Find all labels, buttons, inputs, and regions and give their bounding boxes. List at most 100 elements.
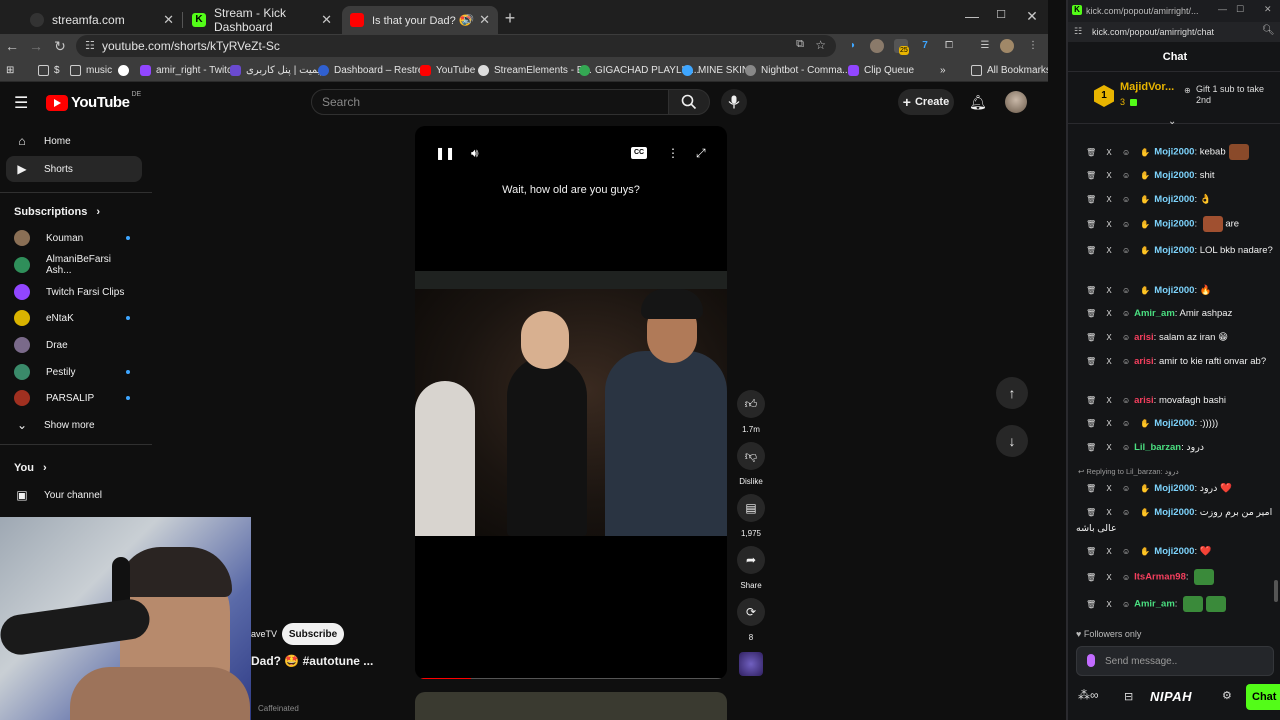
bookmark-item[interactable]: Nightbot - Comma... <box>745 63 850 77</box>
mod-action-icons[interactable]: 🗑︎ X ☺ ✋ <box>1086 246 1154 255</box>
voice-search-button[interactable] <box>721 89 747 115</box>
bookmark-item[interactable]: Clip Queue <box>848 63 914 77</box>
pause-icon[interactable]: ❚❚ <box>435 146 455 160</box>
mod-action-icons[interactable]: 🗑︎ X ☺ <box>1086 309 1134 318</box>
puzzle-icon[interactable]: ⧠ <box>942 39 956 53</box>
channel-name[interactable]: aveTV <box>251 629 277 639</box>
mod-action-icons[interactable]: 🗑︎ X ☺ <box>1086 357 1134 366</box>
sidebar-item-home[interactable]: ⌂ Home <box>6 128 142 154</box>
video-progress-bar[interactable] <box>419 678 723 679</box>
mod-action-icons[interactable]: 🗑︎ X ☺ ✋ <box>1086 148 1154 157</box>
sidebar-item-your-channel[interactable]: ▣ Your channel <box>6 482 142 508</box>
volume-icon[interactable]: 🔊︎ <box>471 146 479 161</box>
minimize-button[interactable]: — <box>962 8 982 24</box>
close-icon[interactable]: ✕ <box>321 12 332 28</box>
minimize-button[interactable]: — <box>1218 4 1227 14</box>
reply-context[interactable]: ↩ Replying to Lil_barzan: درود <box>1076 464 1274 480</box>
close-window-button[interactable]: ✕ <box>1022 8 1042 25</box>
zoom-icon[interactable]: 🔍︎ <box>1262 25 1275 36</box>
bookmark-folder[interactable]: music <box>70 63 112 77</box>
speaker-icon[interactable]: 🔊 <box>462 15 474 26</box>
emote-menu-icon[interactable]: ⁂∞ <box>1078 688 1099 702</box>
mod-action-icons[interactable]: 🗑︎ X ☺ ✋ <box>1086 195 1154 204</box>
remix-button[interactable]: ⟳ 8 <box>736 598 766 642</box>
next-short-button[interactable]: ↓ <box>996 425 1028 457</box>
bookmark-item[interactable]: MINE SKIN <box>682 63 749 77</box>
install-app-icon[interactable]: ⧉ <box>796 38 804 51</box>
menu-icon[interactable]: ⋮ <box>1026 39 1040 53</box>
search-input[interactable]: Search <box>311 89 669 115</box>
mod-action-icons[interactable]: 🗑︎ X ☺ <box>1086 600 1134 609</box>
extension-icon[interactable] <box>870 39 884 53</box>
share-button[interactable]: ➦ Share <box>736 546 766 590</box>
address-bar[interactable]: ☷ youtube.com/shorts/kTyRVeZt-Sc ⧉ ☆ <box>76 35 836 57</box>
maximize-button[interactable]: ☐ <box>1236 4 1244 15</box>
back-button[interactable]: ← <box>4 38 20 54</box>
store-icon[interactable]: ⊟ <box>1124 690 1133 703</box>
sidebar-item-shorts[interactable]: ▶ Shorts <box>6 156 142 182</box>
bookmark-item[interactable]: Dashboard – Restre... <box>318 63 432 77</box>
close-icon[interactable]: ✕ <box>163 12 174 28</box>
mod-action-icons[interactable]: 🗑︎ X ☺ ✋ <box>1086 171 1154 180</box>
bookmark-item[interactable]: YouTube <box>420 63 475 77</box>
captions-icon[interactable]: CC <box>631 147 647 159</box>
extension-icon[interactable]: ◗ <box>846 39 860 53</box>
apps-icon[interactable]: ⊞ <box>6 63 14 77</box>
dislike-button[interactable]: 👎︎ Dislike <box>736 442 766 486</box>
mod-action-icons[interactable]: 🗑︎ X ☺ ✋ <box>1086 220 1154 229</box>
youtube-logo[interactable]: YouTube DE <box>46 91 141 111</box>
show-more-button[interactable]: ⌄ Show more <box>6 412 142 438</box>
reload-button[interactable]: ↻ <box>52 38 68 55</box>
mod-action-icons[interactable]: 🗑︎ X ☺ ✋ <box>1086 286 1154 295</box>
all-bookmarks[interactable]: All Bookmarks <box>971 63 1048 77</box>
extension-icon[interactable]: 7 <box>918 39 932 53</box>
send-message-input[interactable]: Send message.. <box>1076 646 1274 676</box>
bookmark-item[interactable]: amir_right - Twitch <box>140 63 238 77</box>
next-short-preview[interactable] <box>415 692 727 720</box>
subscribe-button[interactable]: Subscribe <box>282 623 344 645</box>
comments-button[interactable]: ▤ 1,975 <box>736 494 766 538</box>
send-chat-button[interactable]: Chat <box>1246 684 1280 710</box>
subscriptions-heading[interactable]: Subscriptions › <box>14 206 100 218</box>
tab-kick-dashboard[interactable]: K Stream - Kick Dashboard ✕ <box>184 6 340 34</box>
profile-avatar[interactable] <box>1000 39 1014 53</box>
chevron-down-icon[interactable]: ⌄ <box>1168 116 1176 127</box>
site-info-icon[interactable]: ☷ <box>1074 26 1082 37</box>
bookmark-star-icon[interactable]: ☆ <box>815 38 826 52</box>
new-tab-button[interactable]: + <box>502 8 518 29</box>
site-info-icon[interactable]: ☷ <box>85 39 95 52</box>
mod-action-icons[interactable]: 🗑︎ X ☺ <box>1086 443 1134 452</box>
mod-action-icons[interactable]: 🗑︎ X ☺ ✋ <box>1086 484 1154 493</box>
reading-list-icon[interactable]: ☰ <box>978 39 992 53</box>
subscription-item[interactable]: eNtaK <box>14 308 138 328</box>
avatar[interactable] <box>1005 91 1027 113</box>
mod-action-icons[interactable]: 🗑︎ X ☺ <box>1086 333 1134 342</box>
gift-cta[interactable]: Gift 1 sub to take 2nd <box>1196 84 1276 106</box>
like-button[interactable]: 👍︎ 1.7m <box>736 390 766 434</box>
sound-button[interactable] <box>736 652 766 676</box>
chat-scrollbar[interactable] <box>1274 580 1278 602</box>
shorts-player[interactable]: ❚❚ 🔊︎ CC ⋮ ⤢ Wait, how old are you guys? <box>415 126 727 679</box>
subscription-item[interactable]: PARSALIP <box>14 388 138 408</box>
settings-gear-icon[interactable]: ⚙ <box>1222 689 1232 702</box>
bookmark-item[interactable]: ریمیت | پنل کاربری <box>230 63 325 77</box>
subscription-item[interactable]: Twitch Farsi Clips <box>14 282 138 302</box>
you-heading[interactable]: You › <box>14 462 47 474</box>
mod-action-icons[interactable]: 🗑︎ X ☺ ✋ <box>1086 419 1154 428</box>
nipah-badge[interactable]: NIPAH <box>1150 689 1192 704</box>
forward-button[interactable]: → <box>28 38 44 54</box>
subscription-item[interactable]: AlmaniBeFarsi Ash... <box>14 254 138 276</box>
close-window-button[interactable]: ✕ <box>1264 4 1272 15</box>
menu-icon[interactable]: ☰ <box>14 93 28 113</box>
bookmark-item[interactable]: StreamElements - B... <box>478 63 592 77</box>
mod-action-icons[interactable]: 🗑︎ X ☺ ✋ <box>1086 547 1154 556</box>
more-options-icon[interactable]: ⋮ <box>667 146 679 160</box>
maximize-button[interactable]: ☐ <box>991 8 1011 21</box>
previous-short-button[interactable]: ↑ <box>996 377 1028 409</box>
popout-address-bar[interactable]: ☷ kick.com/popout/amirright/chat 🔍︎ <box>1068 22 1280 42</box>
mod-action-icons[interactable]: 🗑︎ X ☺ <box>1086 573 1134 582</box>
top-gifter-bar[interactable]: 1 MajidVor... 3 ⊕ Gift 1 sub to take 2nd… <box>1068 72 1280 127</box>
tab-streamfa[interactable]: streamfa.com ✕ <box>22 6 183 34</box>
bookmark-item[interactable] <box>118 63 134 77</box>
tab-youtube-short[interactable]: Is that your Dad? 🤩 #autot 🔊 ✕ <box>342 6 498 34</box>
